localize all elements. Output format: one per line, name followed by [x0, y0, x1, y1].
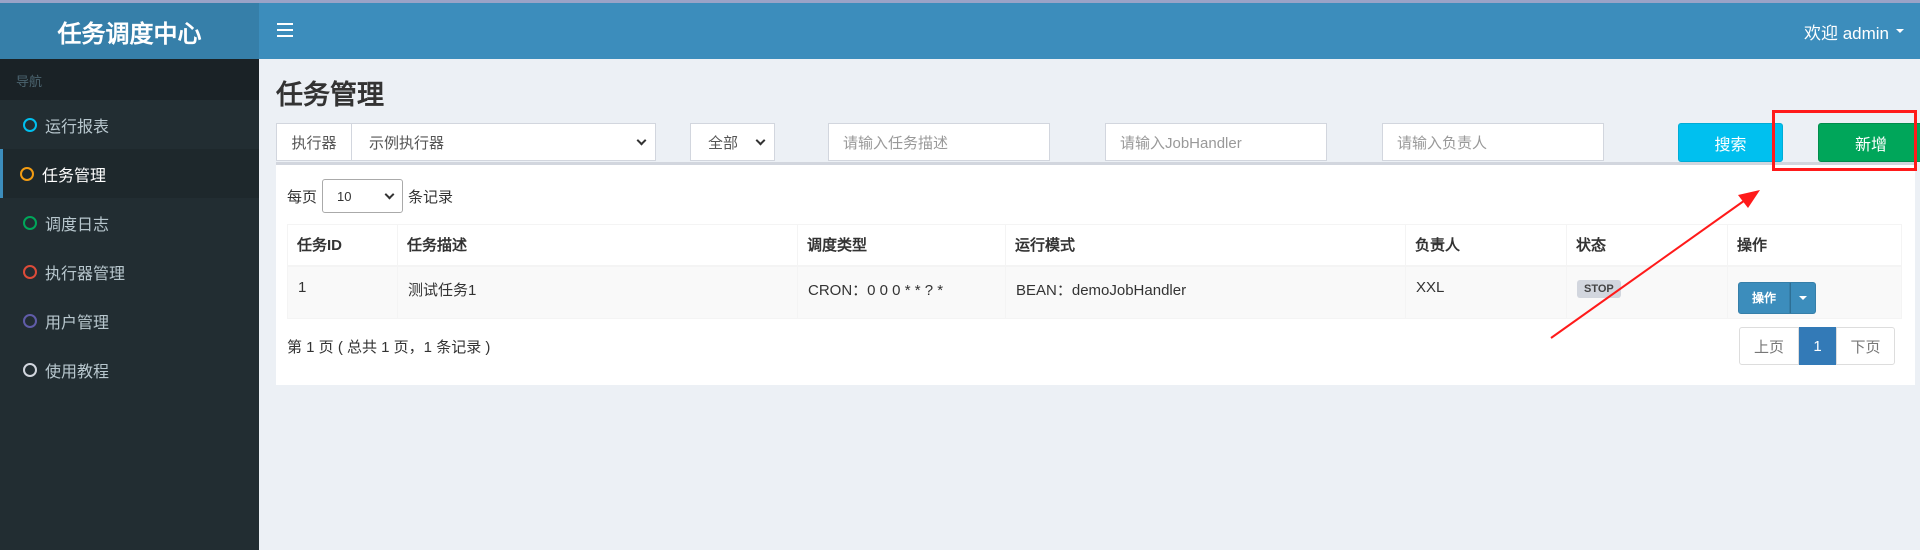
length-suffix: 条记录 [408, 188, 454, 206]
pagination: 上页 1 下页 [1739, 327, 1895, 365]
circle-icon [23, 313, 37, 328]
action-dropdown-toggle[interactable] [1790, 281, 1816, 314]
circle-icon [23, 117, 37, 132]
add-button[interactable]: 新增 [1818, 123, 1920, 162]
caret-down-icon [1896, 29, 1904, 33]
executor-select[interactable]: 示例执行器 [352, 124, 655, 160]
search-button[interactable]: 搜索 [1678, 123, 1783, 162]
circle-icon [23, 264, 37, 279]
caret-down-icon [1799, 295, 1807, 300]
sidebar-item-report[interactable]: 运行报表 [0, 100, 259, 149]
next-page-button[interactable]: 下页 [1836, 327, 1895, 365]
top-navbar: 欢迎 admin [259, 3, 1920, 59]
circle-icon [23, 362, 37, 377]
column-header-mode[interactable]: 运行模式 [1005, 224, 1406, 267]
page-title: 任务管理 [276, 80, 384, 110]
menu-toggle-icon[interactable] [275, 20, 295, 40]
sidebar-item-executors[interactable]: 执行器管理 [0, 247, 259, 296]
user-menu-label: 欢迎 admin [1803, 23, 1889, 43]
sidebar-item-logs[interactable]: 调度日志 [0, 198, 259, 247]
executor-filter: 执行器 示例执行器 [276, 123, 656, 161]
sidebar-item-label: 执行器管理 [45, 265, 126, 283]
page-length-select[interactable]: 10 [322, 179, 404, 213]
column-header-action: 操作 [1727, 224, 1902, 267]
status-select-value: 全部 [708, 134, 739, 152]
executor-select-value: 示例执行器 [369, 134, 445, 152]
job-table-box: 每页 10 条记录 任务ID 任务描述 调度类型 运行模式 负责人 状态 操作 [276, 162, 1915, 385]
main-content: 任务管理 执行器 示例执行器 全部 请输入任务描述 请输入JobHandler … [259, 59, 1920, 550]
page-length-control: 每页 10 条记录 [287, 179, 453, 213]
status-select[interactable]: 全部 [690, 123, 775, 161]
user-menu[interactable]: 欢迎 admin [1804, 3, 1904, 59]
length-prefix: 每页 [287, 188, 318, 206]
app-logo[interactable]: 任务调度中心 [0, 3, 259, 59]
chevron-down-icon [636, 135, 647, 145]
circle-icon [23, 215, 37, 230]
column-header-desc[interactable]: 任务描述 [397, 224, 798, 267]
executor-label: 执行器 [277, 124, 352, 160]
column-header-author[interactable]: 负责人 [1405, 224, 1567, 267]
job-handler-input[interactable]: 请输入JobHandler [1105, 123, 1327, 161]
sidebar-header: 导航 [0, 59, 259, 100]
job-table: 任务ID 任务描述 调度类型 运行模式 负责人 状态 操作 1 测试任务1 CR… [287, 224, 1902, 319]
sidebar-item-label: 任务管理 [42, 167, 107, 185]
column-header-schedule[interactable]: 调度类型 [797, 224, 1006, 267]
circle-icon [20, 166, 34, 181]
chevron-down-icon [384, 189, 395, 199]
table-row: 1 测试任务1 CRON：0 0 0 * * ? * BEAN：demoJobH… [287, 265, 1902, 319]
current-page-button[interactable]: 1 [1799, 327, 1836, 365]
table-header-row: 任务ID 任务描述 调度类型 运行模式 负责人 状态 操作 [287, 224, 1902, 267]
column-header-status[interactable]: 状态 [1566, 224, 1728, 267]
sidebar-item-jobs[interactable]: 任务管理 [0, 149, 259, 198]
author-input[interactable]: 请输入负责人 [1382, 123, 1604, 161]
sidebar: 导航 运行报表 任务管理 调度日志 执行器管理 用户管理 使用教程 [0, 59, 259, 550]
action-button[interactable]: 操作 [1738, 281, 1790, 314]
cell-action: 操作 [1727, 265, 1902, 319]
cell-id: 1 [287, 265, 398, 319]
cell-desc: 测试任务1 [397, 265, 798, 319]
page-length-value: 10 [337, 188, 352, 204]
sidebar-item-label: 调度日志 [45, 216, 110, 234]
table-info: 第 1 页 ( 总共 1 页，1 条记录 ) [287, 339, 491, 356]
prev-page-button[interactable]: 上页 [1739, 327, 1799, 365]
column-header-id[interactable]: 任务ID [287, 224, 398, 267]
sidebar-item-users[interactable]: 用户管理 [0, 296, 259, 345]
sidebar-item-label: 用户管理 [45, 314, 110, 332]
job-desc-input[interactable]: 请输入任务描述 [828, 123, 1050, 161]
filter-bar: 执行器 示例执行器 全部 请输入任务描述 请输入JobHandler 请输入负责… [276, 123, 1920, 162]
cell-schedule: CRON：0 0 0 * * ? * [797, 265, 1006, 319]
sidebar-item-help[interactable]: 使用教程 [0, 345, 259, 394]
status-badge: STOP [1577, 279, 1621, 298]
sidebar-item-label: 运行报表 [45, 118, 110, 136]
chevron-down-icon [755, 135, 766, 145]
cell-author: XXL [1405, 265, 1567, 319]
cell-status: STOP [1566, 265, 1728, 319]
sidebar-item-label: 使用教程 [45, 363, 110, 381]
cell-mode: BEAN：demoJobHandler [1005, 265, 1406, 319]
action-button-group: 操作 [1738, 281, 1816, 314]
